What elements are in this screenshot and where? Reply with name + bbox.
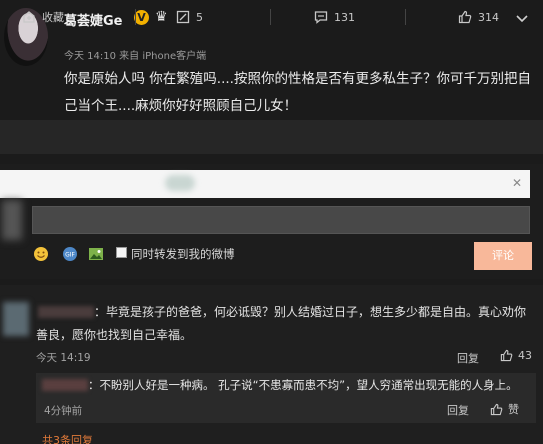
comment-like-count: 43: [518, 349, 532, 362]
verified-badge-icon: V: [134, 10, 149, 25]
forward-label[interactable]: 同时转发到我的微博: [131, 246, 235, 262]
more-replies-link[interactable]: 共3条回复: [42, 432, 93, 444]
blurred-avatar: [2, 200, 22, 240]
repost-button[interactable]: 5: [176, 0, 203, 34]
comment-like-button[interactable]: 43: [500, 349, 532, 362]
post-action-bar: [0, 120, 543, 154]
blurred-content: [165, 175, 195, 191]
comment-body: ：毕竟是孩子的爸爸，何必诋毁？别人结婚过日子，想生多少都是自由。真心劝你善良，愿…: [36, 305, 527, 342]
comment-button[interactable]: 131: [314, 0, 355, 34]
commenter-avatar[interactable]: [3, 302, 29, 336]
sub-reply-time: 4分钟前: [44, 405, 83, 417]
comment-icon: [314, 11, 328, 24]
comment-time: 今天 14:19: [36, 352, 91, 364]
post-text: 你是原始人吗 你在繁殖吗....按照你的性格是否有更多私生子？你可千万别把自己当…: [64, 71, 531, 114]
favorite-icon: [23, 11, 35, 23]
forward-checkbox[interactable]: [116, 247, 127, 258]
divider: [270, 9, 271, 25]
post-meta: 今天 14:10 来自 iPhone客户端: [64, 51, 207, 62]
divider: [135, 9, 136, 25]
like-count: 314: [478, 10, 499, 24]
sub-reply-like-button[interactable]: 赞: [490, 401, 519, 417]
crown-icon: ♛: [155, 9, 168, 25]
submit-comment-button[interactable]: 评论: [474, 242, 532, 270]
sub-reply-like-label: 赞: [508, 403, 519, 416]
divider: [405, 9, 406, 25]
thumbs-up-icon: [458, 10, 472, 24]
favorite-button[interactable]: 收藏: [22, 0, 64, 34]
emoji-icon[interactable]: [33, 246, 49, 262]
svg-text:GIF: GIF: [65, 252, 75, 259]
close-icon[interactable]: ✕: [512, 176, 522, 190]
thumbs-up-icon: [490, 403, 503, 415]
favorite-label: 收藏: [42, 11, 64, 24]
author-name[interactable]: 葛荟婕Ge: [64, 10, 123, 29]
image-icon[interactable]: [88, 246, 104, 262]
sub-reply-text: ：不盼别人好是一种病。 孔子说“不患寡而患不均”，望人穷通常出现无能的人身上。: [88, 378, 518, 392]
comment-input[interactable]: [32, 206, 530, 234]
blurred-reply-name: [42, 379, 88, 391]
gif-icon[interactable]: GIF: [62, 246, 78, 262]
sub-reply-button[interactable]: 回复: [447, 402, 469, 418]
comment-reply-button[interactable]: 回复: [457, 350, 479, 366]
chevron-down-icon[interactable]: [515, 12, 529, 26]
comment-text: ：毕竟是孩子的爸爸，何必诋毁？别人结婚过日子，想生多少都是自由。真心劝你善良，愿…: [36, 301, 536, 347]
comment-count: 131: [334, 10, 355, 24]
repost-count: 5: [196, 10, 203, 24]
repost-icon: [176, 10, 190, 24]
thumbs-up-icon: [500, 349, 513, 362]
like-button[interactable]: 314: [458, 0, 499, 34]
notice-bar: [0, 170, 530, 198]
